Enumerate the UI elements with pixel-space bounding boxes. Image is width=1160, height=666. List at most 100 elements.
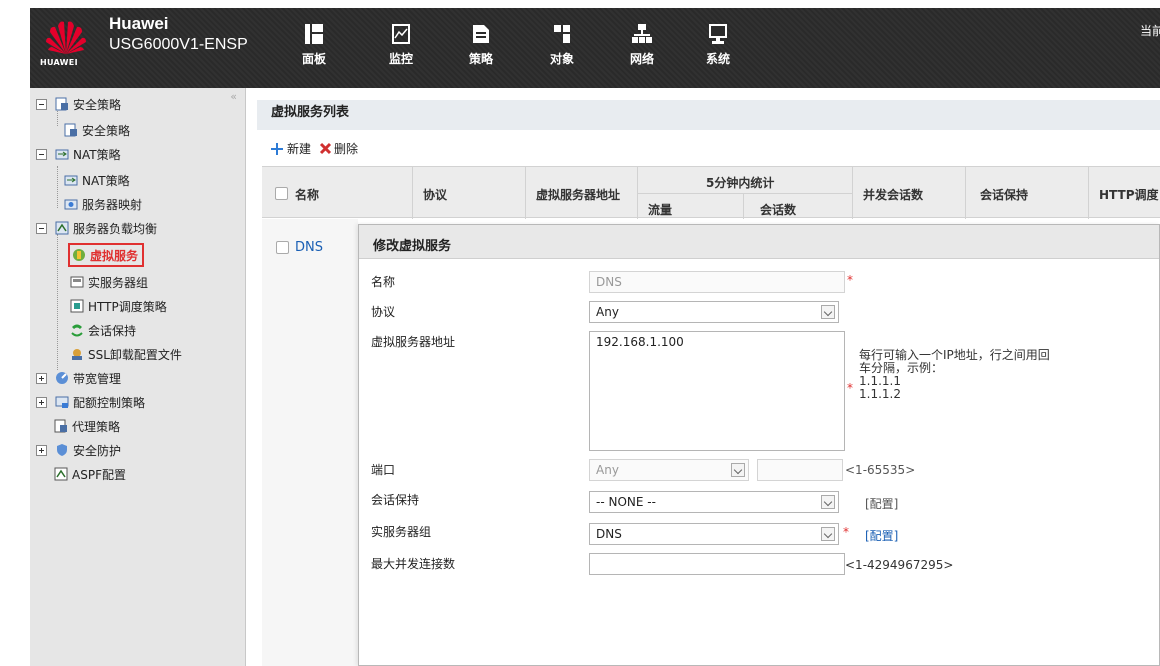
vs-address-label: 虚拟服务器地址 xyxy=(371,335,456,349)
nav-system[interactable]: 系统 xyxy=(688,24,748,67)
server-group-select[interactable]: DNS xyxy=(589,523,839,545)
port-value: Any xyxy=(596,463,619,477)
top-bar: HUAWEI Huawei USG6000V1-ENSP 面板 监控 策略 对象… xyxy=(30,8,1160,88)
collapse-icon[interactable] xyxy=(36,98,47,110)
name-label: 名称 xyxy=(371,275,396,289)
sidebar-item-label: 实服务器组 xyxy=(88,275,149,290)
sidebar-item-label: NAT策略 xyxy=(82,173,130,188)
aspf-icon xyxy=(54,467,68,481)
sidebar-item-http-schedule[interactable]: HTTP调度策略 xyxy=(70,296,167,316)
col-name[interactable]: 名称 xyxy=(295,186,319,203)
delete-button-label: 删除 xyxy=(334,142,359,156)
sidebar-item-security-policy-sub[interactable]: 安全策略 xyxy=(64,120,130,140)
sidebar-item-proxy-policy[interactable]: 代理策略 xyxy=(54,416,120,436)
add-icon xyxy=(271,142,283,155)
sidebar-item-real-server-group[interactable]: 实服务器组 xyxy=(70,272,148,292)
protocol-label: 协议 xyxy=(371,305,396,319)
chevron-down-icon[interactable] xyxy=(821,305,835,319)
col-sessions[interactable]: 会话数 xyxy=(760,201,796,218)
session-icon xyxy=(71,324,83,337)
table-body xyxy=(262,219,358,666)
sidebar-item-nat-policy[interactable]: NAT策略 xyxy=(36,144,121,164)
expand-icon[interactable] xyxy=(36,444,47,456)
sidebar-item-nat-policy-sub[interactable]: NAT策略 xyxy=(64,170,130,190)
policy-icon xyxy=(473,25,489,43)
nav-dashboard[interactable]: 面板 xyxy=(284,24,344,67)
protocol-select[interactable]: Any xyxy=(589,301,839,323)
sidebar-item-aspf[interactable]: ASPF配置 xyxy=(54,464,126,484)
expand-icon[interactable] xyxy=(36,372,47,384)
load-balance-icon xyxy=(55,221,69,235)
col-persistence[interactable]: 会话保持 xyxy=(980,186,1028,203)
sidebar-item-quota[interactable]: 配额控制策略 xyxy=(36,392,145,412)
toolbar: 新建 删除 xyxy=(270,140,366,157)
delete-button[interactable]: 删除 xyxy=(319,140,358,157)
nav-network[interactable]: 网络 xyxy=(612,24,672,67)
sidebar-item-slb[interactable]: 服务器负载均衡 xyxy=(36,218,157,238)
persistence-value: -- NONE -- xyxy=(596,495,656,509)
server-group-value: DNS xyxy=(596,527,622,541)
device-model: USG6000V1-ENSP xyxy=(109,36,248,53)
http-policy-icon xyxy=(70,299,84,313)
row-checkbox[interactable] xyxy=(276,241,289,254)
max-connections-hint: <1-4294967295> xyxy=(845,558,954,572)
name-field[interactable]: DNS xyxy=(589,271,845,293)
sidebar-item-security-protect[interactable]: 安全防护 xyxy=(36,440,121,460)
current-user-text: 当前 xyxy=(1140,24,1160,38)
select-all-checkbox[interactable] xyxy=(275,187,288,200)
brand: Huawei USG6000V1-ENSP xyxy=(109,14,248,56)
server-group-config-link[interactable]: [配置] xyxy=(865,527,898,544)
proxy-doc-icon xyxy=(54,419,67,433)
chevron-down-icon[interactable] xyxy=(821,495,835,509)
expand-icon[interactable] xyxy=(36,396,47,408)
table-row[interactable]: DNS xyxy=(276,240,323,255)
new-button-label: 新建 xyxy=(287,142,312,156)
shield-icon xyxy=(57,444,67,456)
nav-monitor-label: 监控 xyxy=(388,52,413,66)
logo-text: HUAWEI xyxy=(40,58,78,67)
persistence-config-link[interactable]: [配置] xyxy=(865,495,898,512)
sidebar-item-virtual-service[interactable]: 虚拟服务 xyxy=(68,243,145,267)
col-concurrent[interactable]: 并发会话数 xyxy=(863,186,923,203)
port-number-field[interactable] xyxy=(757,459,843,481)
collapse-sidebar-icon[interactable]: « xyxy=(230,90,237,103)
collapse-icon[interactable] xyxy=(36,222,47,234)
sidebar-item-server-mapping[interactable]: 服务器映射 xyxy=(64,194,142,214)
new-button[interactable]: 新建 xyxy=(270,140,311,157)
sidebar-item-label: 代理策略 xyxy=(72,419,121,434)
table-header: 名称 协议 虚拟服务器地址 5分钟内统计 流量 会话数 并发会话数 会话保持 H… xyxy=(262,166,1160,219)
protocol-value: Any xyxy=(596,305,619,319)
sidebar-item-ssl-offload[interactable]: SSL卸载配置文件 xyxy=(70,344,182,364)
port-select[interactable]: Any xyxy=(589,459,749,481)
sidebar-item-label: 会话保持 xyxy=(88,323,137,338)
policy-doc-icon xyxy=(55,97,68,111)
max-connections-field[interactable] xyxy=(589,553,845,575)
sidebar-item-session-persistence[interactable]: 会话保持 xyxy=(70,320,136,340)
sidebar-item-label: 安全防护 xyxy=(73,443,122,458)
sidebar-item-label: 虚拟服务 xyxy=(90,248,139,263)
collapse-icon[interactable] xyxy=(36,148,47,160)
port-range-hint: <1-65535> xyxy=(845,463,916,477)
brand-name: Huawei xyxy=(109,14,169,33)
chevron-down-icon[interactable] xyxy=(821,527,835,541)
chevron-down-icon[interactable] xyxy=(731,463,745,477)
nav-object[interactable]: 对象 xyxy=(532,24,592,67)
col-vs-address[interactable]: 虚拟服务器地址 xyxy=(536,186,620,203)
vs-address-textarea[interactable]: 192.168.1.100 xyxy=(589,331,845,451)
persistence-select[interactable]: -- NONE -- xyxy=(589,491,839,513)
nav-system-label: 系统 xyxy=(705,52,730,66)
system-icon xyxy=(709,24,727,44)
sidebar-item-security-policy[interactable]: 安全策略 xyxy=(36,94,121,114)
nav-policy[interactable]: 策略 xyxy=(451,24,511,67)
col-traffic[interactable]: 流量 xyxy=(648,201,672,218)
max-connections-label: 最大并发连接数 xyxy=(371,557,456,571)
nat-icon xyxy=(55,149,69,160)
sidebar-item-bandwidth[interactable]: 带宽管理 xyxy=(36,368,121,388)
row-name-link[interactable]: DNS xyxy=(295,240,323,255)
nav-monitor[interactable]: 监控 xyxy=(371,24,431,67)
network-icon xyxy=(632,24,652,43)
col-protocol[interactable]: 协议 xyxy=(423,186,447,203)
required-mark: * xyxy=(847,273,853,287)
col-http[interactable]: HTTP调度 xyxy=(1099,186,1159,203)
sidebar-item-label: 配额控制策略 xyxy=(73,395,146,410)
